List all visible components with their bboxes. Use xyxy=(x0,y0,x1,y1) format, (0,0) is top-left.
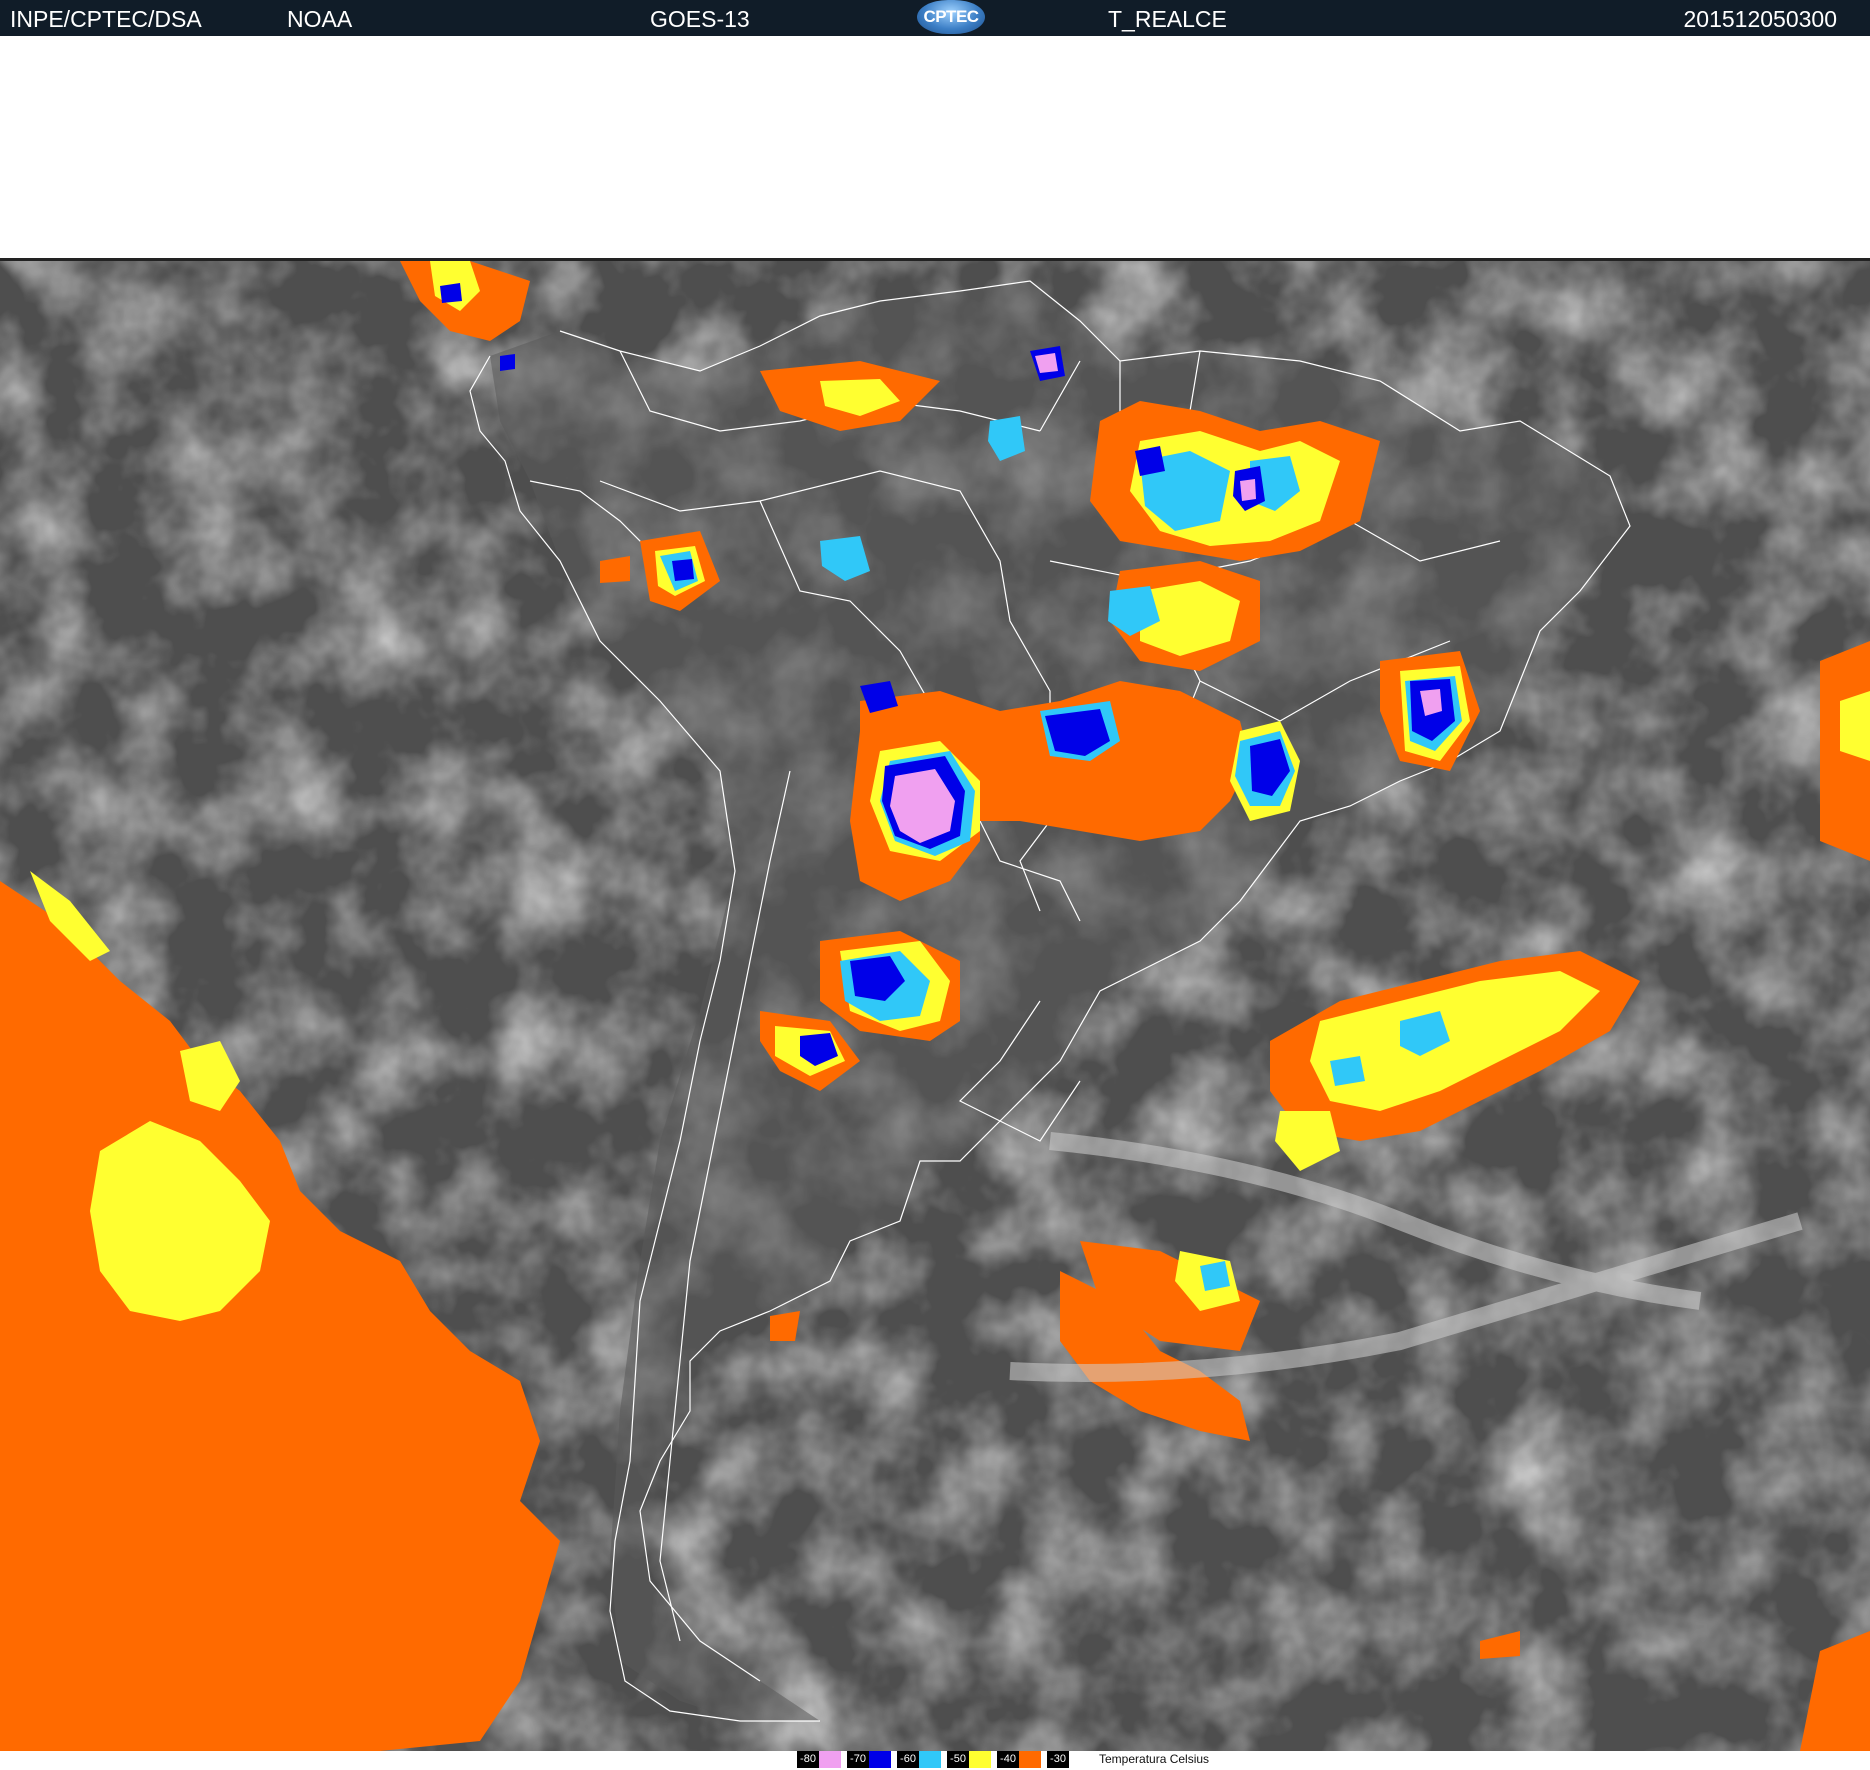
legend-swatch xyxy=(919,1751,941,1768)
timestamp-label: 201512050300 xyxy=(1683,6,1838,32)
blue-peru xyxy=(672,559,694,581)
cold-cloud-small-2 xyxy=(770,1311,800,1341)
legend-caption: Temperatura Celsius xyxy=(1099,1752,1210,1766)
legend-label: -50 xyxy=(947,1751,969,1768)
legend-label: -80 xyxy=(797,1751,819,1768)
satellite-label: GOES-13 xyxy=(650,6,750,32)
legend-label: -70 xyxy=(847,1751,869,1768)
institution-label: INPE/CPTEC/DSA xyxy=(10,6,202,32)
legend-label: -60 xyxy=(897,1751,919,1768)
satellite-map-svg xyxy=(0,261,1870,1751)
yellow-atlantic-east xyxy=(1840,691,1870,761)
pink-north xyxy=(1240,479,1256,501)
legend-label: -40 xyxy=(997,1751,1019,1768)
header-bar: INPE/CPTEC/DSA NOAA GOES-13 CPTEC T_REAL… xyxy=(0,0,1870,36)
blue-amazon-2 xyxy=(1135,446,1165,476)
product-label: T_REALCE xyxy=(1108,6,1227,32)
cyan-patagonia xyxy=(1200,1261,1230,1291)
agency-label: NOAA xyxy=(287,6,353,32)
satellite-image xyxy=(0,258,1870,1751)
blue-colombia-2 xyxy=(500,354,515,371)
legend-swatch xyxy=(1019,1751,1041,1768)
cptec-logo: CPTEC xyxy=(917,0,985,34)
cyan-southeast-2 xyxy=(1330,1056,1365,1086)
legend-swatch xyxy=(969,1751,991,1768)
legend-swatch xyxy=(869,1751,891,1768)
blue-colombia xyxy=(440,283,462,303)
legend-swatch xyxy=(819,1751,841,1768)
legend-label: -30 xyxy=(1047,1751,1069,1768)
